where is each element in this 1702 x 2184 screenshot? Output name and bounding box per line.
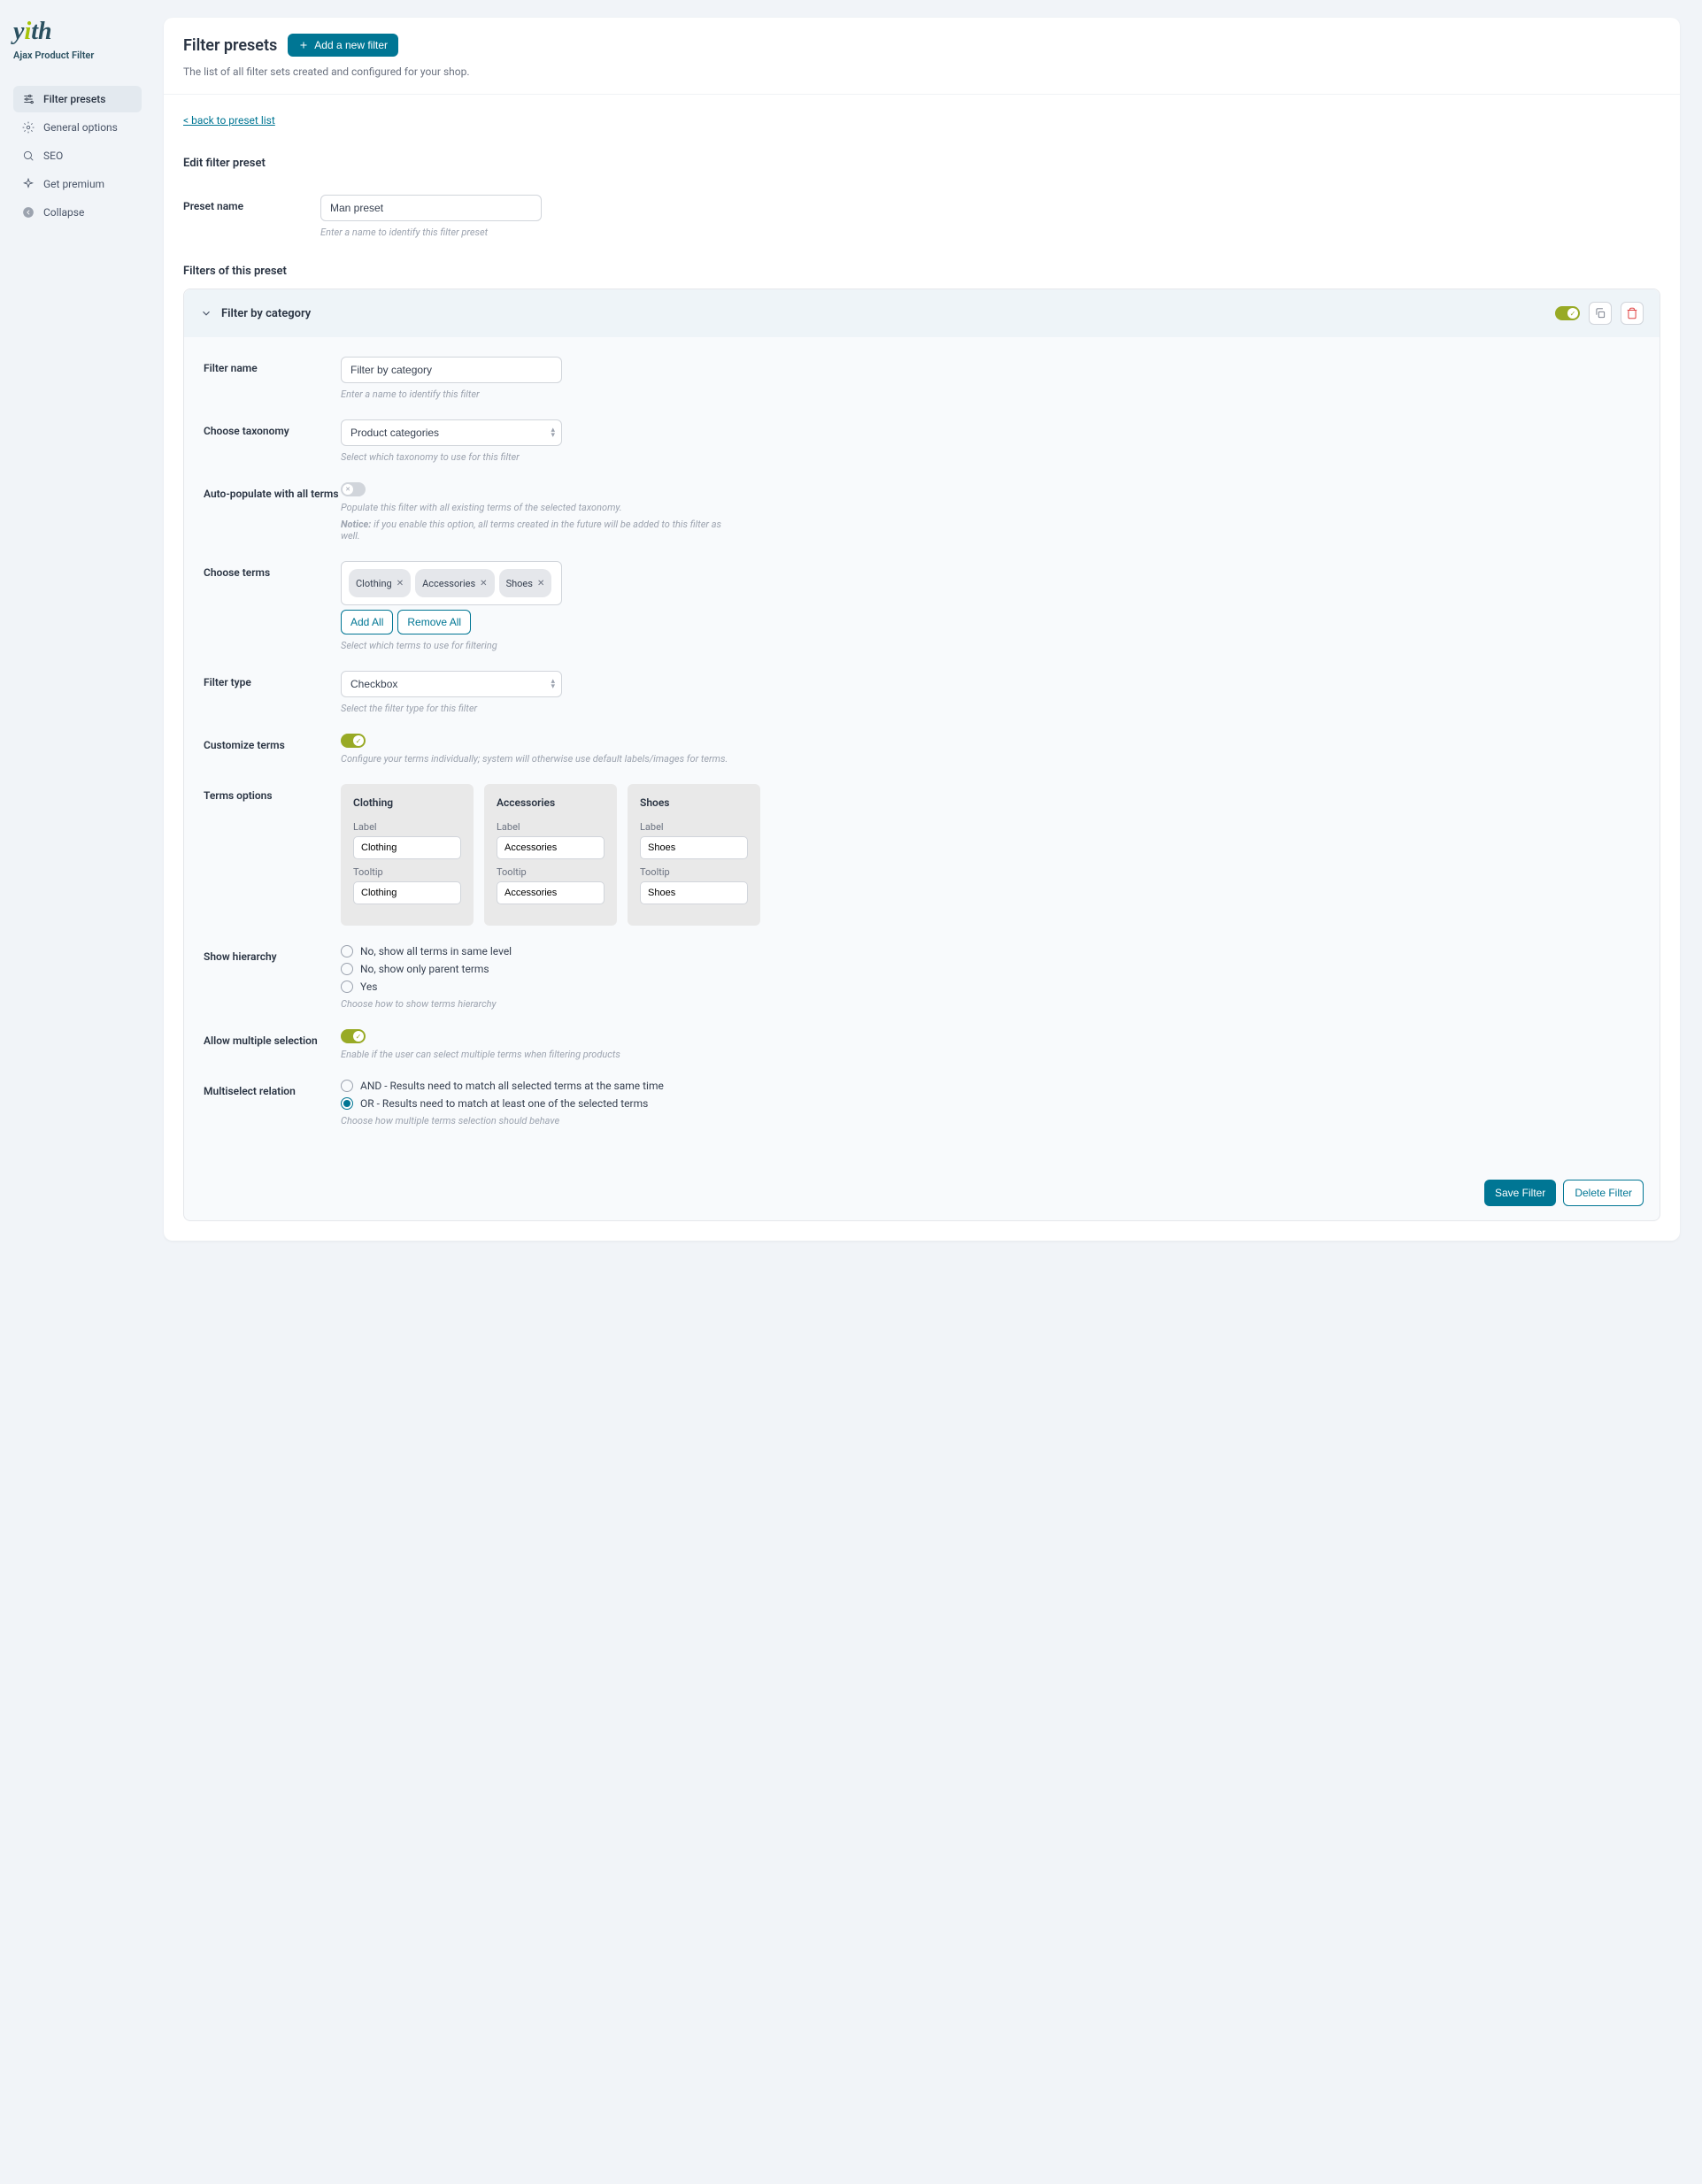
term-tag: Accessories✕	[415, 569, 494, 597]
multiple-label: Allow multiple selection	[204, 1029, 341, 1060]
filter-name-label: Filter name	[204, 357, 341, 400]
sparkle-icon	[22, 178, 35, 190]
term-tooltip-input[interactable]	[353, 881, 461, 904]
term-card: Shoes Label Tooltip	[628, 784, 760, 926]
preset-name-input[interactable]	[320, 195, 542, 221]
page-subtitle: The list of all filter sets created and …	[183, 65, 1660, 78]
nav-get-premium[interactable]: Get premium	[13, 171, 142, 197]
term-tooltip-label: Tooltip	[497, 866, 605, 878]
nav-label: Get premium	[43, 178, 104, 190]
term-label-input[interactable]	[640, 836, 748, 859]
page-title: Filter presets	[183, 36, 277, 55]
delete-filter-button[interactable]: Delete Filter	[1563, 1180, 1644, 1206]
save-filter-button[interactable]: Save Filter	[1484, 1180, 1556, 1206]
preset-name-help: Enter a name to identify this filter pre…	[320, 227, 710, 238]
customize-label: Customize terms	[204, 734, 341, 765]
nav-label: General options	[43, 121, 118, 134]
term-card-title: Accessories	[497, 796, 605, 809]
tag-remove-icon[interactable]: ✕	[480, 579, 487, 588]
hierarchy-option[interactable]: No, show all terms in same level	[341, 945, 730, 957]
terms-options-label: Terms options	[204, 784, 341, 926]
term-tooltip-input[interactable]	[497, 881, 605, 904]
add-filter-button[interactable]: Add a new filter	[288, 34, 398, 57]
terms-label: Choose terms	[204, 561, 341, 651]
brand-subtitle: Ajax Product Filter	[13, 50, 142, 61]
filter-name-input[interactable]	[341, 357, 562, 383]
plus-icon	[298, 40, 309, 50]
nav-collapse[interactable]: Collapse	[13, 199, 142, 226]
multiple-toggle[interactable]	[341, 1029, 366, 1043]
relation-option[interactable]: AND - Results need to match all selected…	[341, 1080, 730, 1092]
autopop-toggle[interactable]	[341, 482, 366, 496]
nav-seo[interactable]: SEO	[13, 142, 142, 169]
customize-toggle[interactable]	[341, 734, 366, 748]
preset-name-label: Preset name	[183, 195, 320, 238]
filters-title: Filters of this preset	[183, 265, 1660, 278]
term-label-label: Label	[353, 821, 461, 833]
search-icon	[22, 150, 35, 162]
term-tooltip-label: Tooltip	[353, 866, 461, 878]
hierarchy-option[interactable]: No, show only parent terms	[341, 963, 730, 975]
collapse-icon	[22, 206, 35, 219]
autopop-label: Auto-populate with all terms	[204, 482, 341, 542]
hierarchy-label: Show hierarchy	[204, 945, 341, 1010]
term-tooltip-input[interactable]	[640, 881, 748, 904]
term-label-label: Label	[497, 821, 605, 833]
term-tag: Shoes✕	[499, 569, 552, 597]
nav-label: SEO	[43, 150, 63, 162]
panel-title: Filter by category	[221, 307, 311, 320]
nav-filter-presets[interactable]: Filter presets	[13, 86, 142, 112]
term-label-input[interactable]	[353, 836, 461, 859]
term-label-label: Label	[640, 821, 748, 833]
filter-type-label: Filter type	[204, 671, 341, 714]
term-card: Clothing Label Tooltip	[341, 784, 474, 926]
nav-label: Filter presets	[43, 93, 105, 105]
terms-tag-box[interactable]: Clothing✕ Accessories✕ Shoes✕	[341, 561, 562, 605]
term-card-title: Shoes	[640, 796, 748, 809]
term-tooltip-label: Tooltip	[640, 866, 748, 878]
nav-label: Collapse	[43, 206, 84, 219]
duplicate-button[interactable]	[1589, 302, 1612, 325]
panel-enable-toggle[interactable]	[1555, 306, 1580, 320]
taxonomy-select[interactable]: Product categories	[341, 419, 562, 446]
back-link[interactable]: < back to preset list	[183, 114, 275, 127]
relation-label: Multiselect relation	[204, 1080, 341, 1127]
add-all-button[interactable]: Add All	[341, 610, 393, 634]
hierarchy-option[interactable]: Yes	[341, 980, 730, 993]
nav-general-options[interactable]: General options	[13, 114, 142, 141]
tag-remove-icon[interactable]: ✕	[537, 579, 544, 588]
trash-icon	[1626, 307, 1638, 319]
relation-option[interactable]: OR - Results need to match at least one …	[341, 1097, 730, 1110]
sliders-icon	[22, 93, 35, 105]
gear-icon	[22, 121, 35, 134]
edit-title: Edit filter preset	[183, 157, 1660, 170]
chevron-down-icon[interactable]	[200, 307, 212, 319]
filter-type-select[interactable]: Checkbox	[341, 671, 562, 697]
copy-icon	[1594, 307, 1606, 319]
term-label-input[interactable]	[497, 836, 605, 859]
logo: yith	[13, 18, 142, 46]
term-card: Accessories Label Tooltip	[484, 784, 617, 926]
term-tag: Clothing✕	[349, 569, 411, 597]
tag-remove-icon[interactable]: ✕	[397, 579, 404, 588]
taxonomy-label: Choose taxonomy	[204, 419, 341, 463]
remove-all-button[interactable]: Remove All	[397, 610, 471, 634]
term-card-title: Clothing	[353, 796, 461, 809]
delete-panel-button[interactable]	[1621, 302, 1644, 325]
